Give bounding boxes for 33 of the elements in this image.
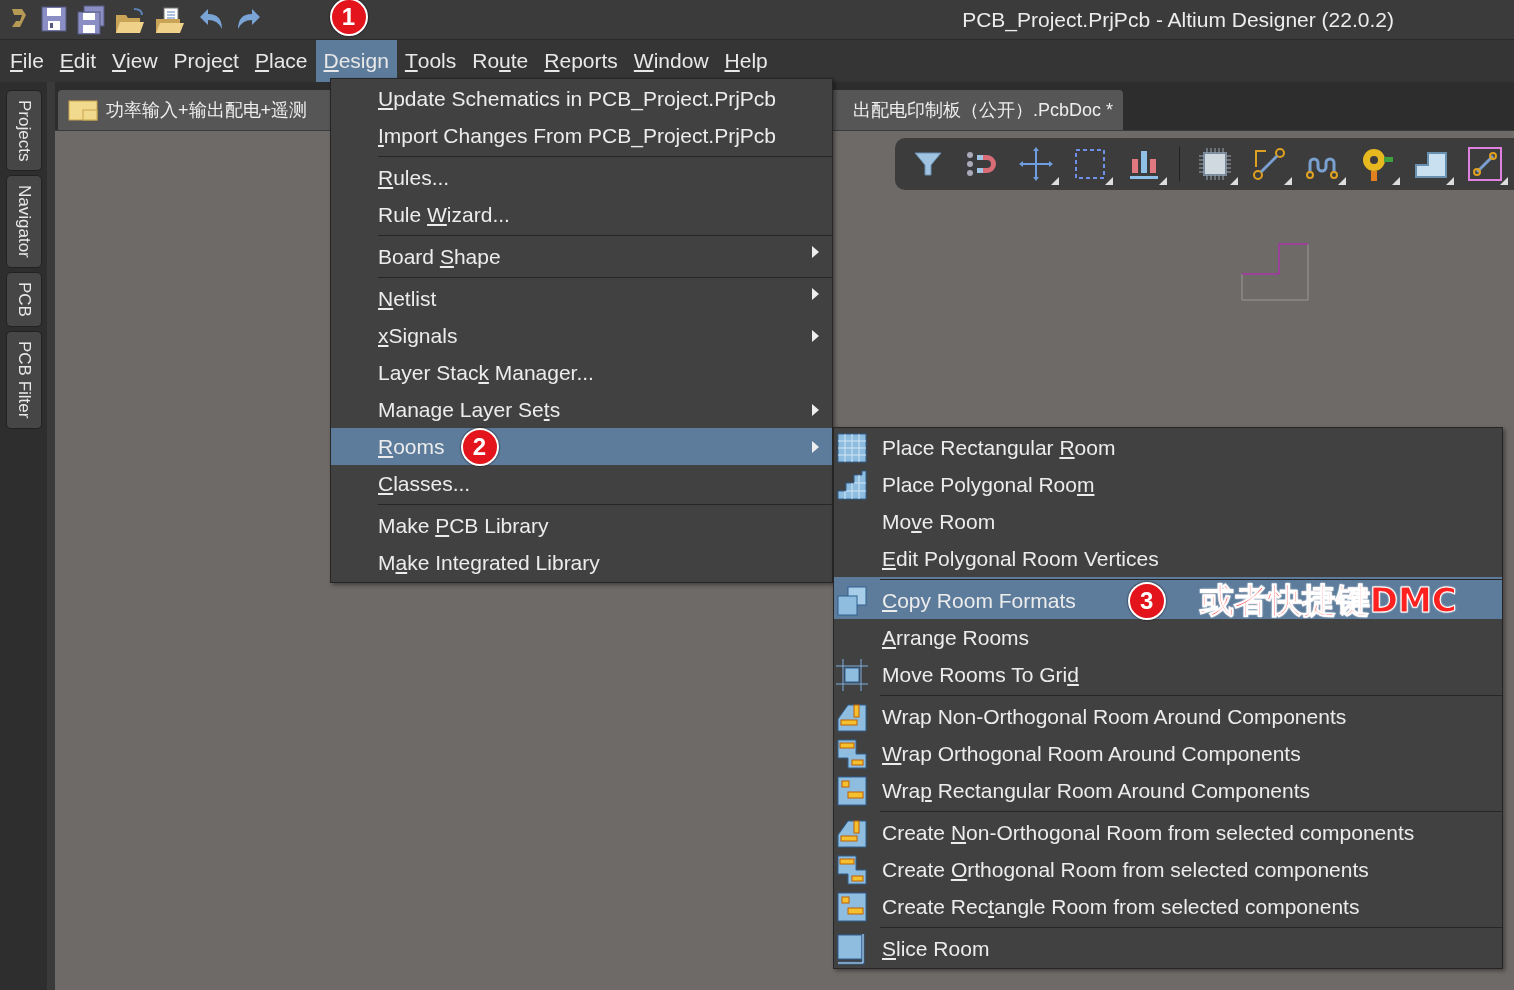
menu-item-label: Edit Polygonal Room Vertices [882, 546, 1159, 571]
menu-item-label: Arrange Rooms [882, 625, 1030, 650]
annotation-badge: 2 [460, 427, 499, 466]
menu-item-label: Create Rectangle Room from selected components [882, 894, 1360, 919]
menu-item-label: Move Rooms To Grid [882, 662, 1079, 687]
menu-item-label: Copy Room Formats [882, 588, 1076, 613]
menu-item-label: Classes... [378, 471, 471, 496]
menu-item-label: Wrap Orthogonal Room Around Components [882, 741, 1301, 766]
document-tab-title: 出配电印制板（公开）.PcbDoc * [852, 99, 1113, 122]
menu-item-label: Import Changes From PCB_Project.PrjPcb [378, 123, 776, 148]
menu-item-label: Wrap Non-Orthogonal Room Around Components [882, 704, 1347, 729]
menu-item-label: Create Non-Orthogonal Room from selected components [882, 820, 1415, 845]
menu-item-label: xSignals [378, 323, 458, 348]
menu-item-label: Manage Layer Sets [378, 397, 561, 422]
menu-item-label: Netlist [378, 286, 437, 311]
menu-item-label: Layer Stack Manager... [378, 360, 594, 385]
menu-item-label: Rooms [378, 434, 445, 459]
menu-item-label: Make Integrated Library [378, 550, 600, 575]
document-tab-title: 功率输入+输出配电+遥测 [106, 99, 308, 122]
window-title: PCB_Project.PrjPcb - Altium Designer (22.0.2) [962, 7, 1394, 32]
annotation-badge: 3 [1127, 581, 1166, 620]
menu-item-label: Rules... [378, 165, 450, 190]
menu-item-label: Place Rectangular Room [882, 435, 1116, 460]
menu-item-label: Wrap Rectangular Room Around Components [882, 778, 1311, 803]
menu-item-label: Create Orthogonal Room from selected components [882, 857, 1369, 882]
annotation-text: 或者快捷键DMC [1199, 578, 1457, 622]
menu-item-label: Update Schematics in PCB_Project.PrjPcb [378, 86, 776, 111]
menu-item-label: Slice Room [882, 936, 990, 961]
menu-item-label: Make PCB Library [378, 513, 549, 538]
menu-item-label: Rule Wizard... [378, 202, 510, 227]
menu-item-label: Move Room [882, 509, 996, 534]
menu-item-label: Place Polygonal Room [882, 472, 1095, 497]
menu-item-label: Board Shape [378, 244, 501, 269]
